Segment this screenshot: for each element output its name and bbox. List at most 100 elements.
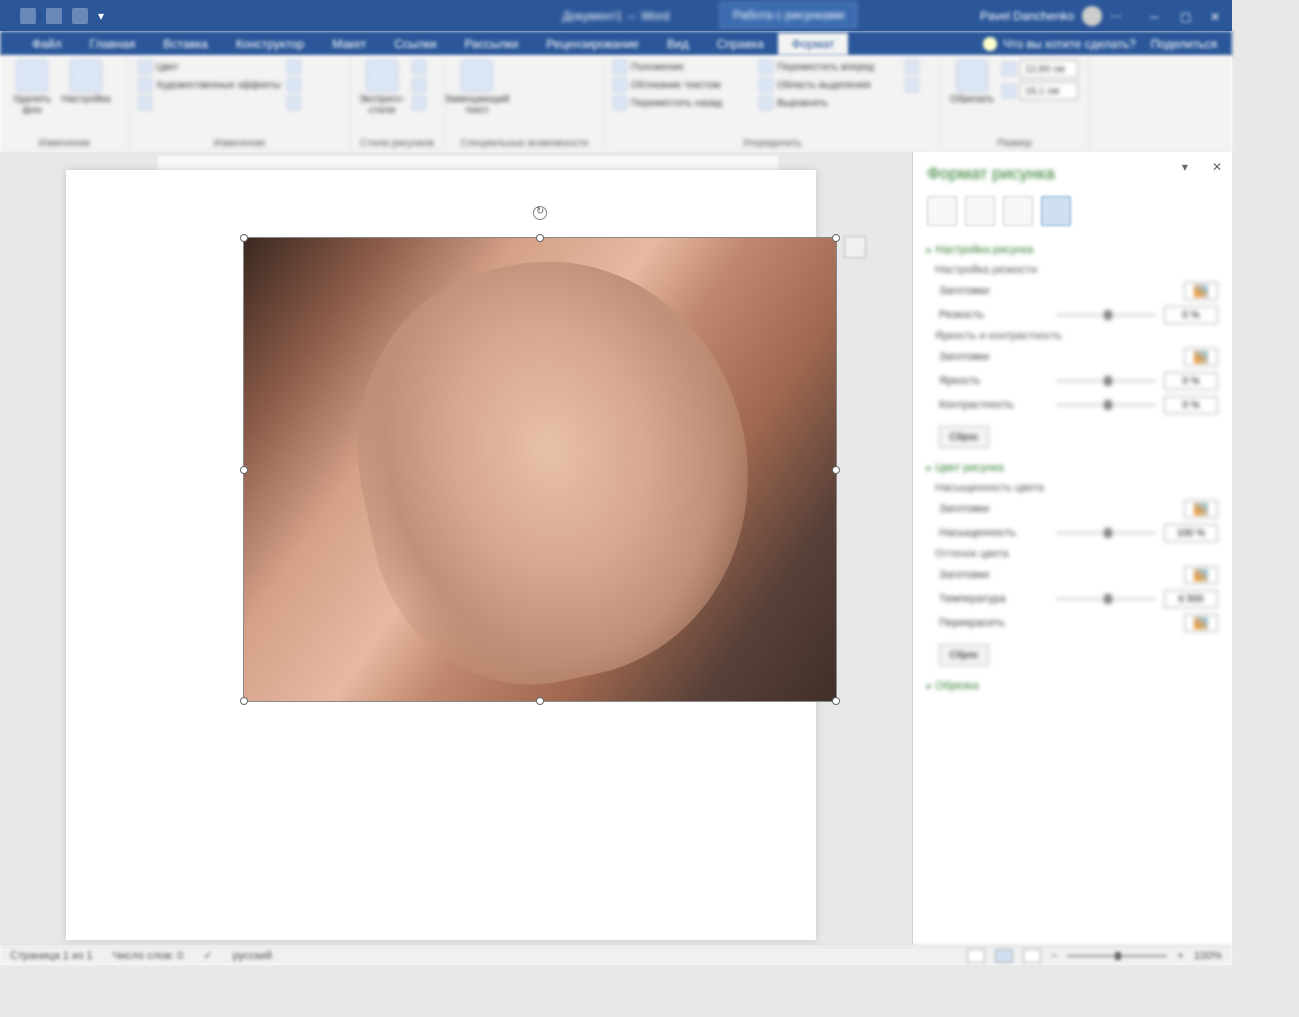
tab-review[interactable]: Рецензирование: [532, 33, 653, 55]
height-field[interactable]: 12,84 см: [1002, 60, 1078, 78]
change-picture-icon[interactable]: [287, 60, 301, 74]
tell-me-search[interactable]: Что вы хотите сделать?: [983, 37, 1136, 51]
tab-references[interactable]: Ссылки: [380, 33, 450, 55]
layout-icon[interactable]: [412, 96, 426, 110]
artistic-effects-button[interactable]: Художественные эффекты: [138, 78, 281, 92]
temperature-slider[interactable]: [1056, 598, 1156, 600]
zoom-level[interactable]: 100%: [1194, 950, 1222, 962]
contrast-value[interactable]: 0 %: [1164, 396, 1218, 414]
tab-home[interactable]: Главная: [76, 33, 150, 55]
bring-forward-button[interactable]: Переместить назад: [613, 96, 753, 110]
alt-text-button[interactable]: Замещающий текст: [453, 60, 501, 116]
tab-view[interactable]: Вид: [653, 33, 703, 55]
pane-tab-layout[interactable]: [1003, 196, 1033, 226]
brightness-contrast-sublabel: Яркость и контрастность: [935, 330, 1218, 342]
pane-tab-effects[interactable]: [965, 196, 995, 226]
share-button[interactable]: Поделиться: [1151, 37, 1217, 51]
corrections-button[interactable]: Настройка: [62, 60, 110, 105]
selection-pane-button[interactable]: Область выделения: [759, 78, 899, 92]
picture-styles-button[interactable]: Экспресс- стили: [358, 60, 406, 116]
tab-format[interactable]: Формат: [778, 33, 849, 55]
color-button[interactable]: Цвет: [138, 60, 281, 74]
tab-mailings[interactable]: Рассылки: [450, 33, 532, 55]
resize-handle-tm[interactable]: [536, 234, 544, 242]
wrap-text-button[interactable]: Обтекание текстом: [613, 78, 753, 92]
sharpness-slider[interactable]: [1056, 314, 1156, 316]
rotate-handle[interactable]: [533, 206, 547, 220]
resize-handle-ml[interactable]: [240, 466, 248, 474]
layout-options-button[interactable]: [844, 236, 866, 258]
image-content: [244, 238, 836, 701]
section-head-crop[interactable]: Обрезка: [927, 680, 1218, 692]
pane-tab-picture[interactable]: [1041, 196, 1071, 226]
brightness-value[interactable]: 0 %: [1164, 372, 1218, 390]
language-indicator[interactable]: русский: [233, 950, 272, 962]
selected-image[interactable]: [243, 237, 837, 702]
horizontal-ruler[interactable]: [158, 156, 778, 170]
width-field[interactable]: 16,1 см: [1002, 82, 1078, 100]
position-button[interactable]: Положение: [613, 60, 753, 74]
remove-bg-icon: [16, 60, 48, 92]
saturation-value[interactable]: 100 %: [1164, 524, 1218, 542]
tab-file[interactable]: Файл: [18, 33, 76, 55]
brightness-presets-button[interactable]: [1184, 348, 1218, 366]
tab-layout[interactable]: Макет: [318, 33, 380, 55]
user-avatar[interactable]: [1082, 6, 1102, 26]
resize-handle-tl[interactable]: [240, 234, 248, 242]
view-read-button[interactable]: [967, 949, 985, 963]
close-button[interactable]: ✕: [1210, 10, 1222, 22]
effects-icon[interactable]: [412, 78, 426, 92]
options-icon[interactable]: ⋯: [1110, 9, 1122, 23]
section-head-corrections[interactable]: Настройка рисунка: [927, 244, 1218, 256]
recolor-swatch-icon: [1194, 617, 1208, 629]
resize-handle-br[interactable]: [832, 697, 840, 705]
reset-corrections-button[interactable]: Сброс: [939, 426, 989, 448]
group-icon[interactable]: [905, 60, 919, 74]
document-page[interactable]: [66, 170, 816, 940]
reset-color-button[interactable]: Сброс: [939, 644, 989, 666]
pane-tab-fill[interactable]: [927, 196, 957, 226]
undo-icon[interactable]: [46, 8, 62, 24]
spell-check-icon[interactable]: ✓: [203, 949, 212, 962]
tab-insert[interactable]: Вставка: [149, 33, 222, 55]
transparency-icon[interactable]: [287, 96, 301, 110]
sharpness-value[interactable]: 0 %: [1164, 306, 1218, 324]
document-area[interactable]: [0, 152, 912, 945]
tone-presets-button[interactable]: [1184, 566, 1218, 584]
align-button[interactable]: Выровнять: [759, 96, 899, 110]
zoom-slider[interactable]: [1067, 955, 1167, 957]
compress-button[interactable]: [138, 96, 281, 110]
resize-handle-bl[interactable]: [240, 697, 248, 705]
resize-handle-tr[interactable]: [832, 234, 840, 242]
zoom-out-button[interactable]: −: [1051, 950, 1057, 962]
tab-design[interactable]: Конструктор: [222, 33, 318, 55]
reset-picture-icon[interactable]: [287, 78, 301, 92]
recolor-button[interactable]: [1184, 614, 1218, 632]
saturation-presets-button[interactable]: [1184, 500, 1218, 518]
rotate-icon[interactable]: [905, 78, 919, 92]
page-indicator[interactable]: Страница 1 из 1: [10, 950, 92, 962]
sharpness-presets-button[interactable]: [1184, 282, 1218, 300]
view-web-button[interactable]: [1023, 949, 1041, 963]
section-head-color[interactable]: Цвет рисунка: [927, 462, 1218, 474]
zoom-in-button[interactable]: +: [1177, 950, 1183, 962]
remove-background-button[interactable]: Удалить фон: [8, 60, 56, 116]
save-icon[interactable]: [20, 8, 36, 24]
view-print-button[interactable]: [995, 949, 1013, 963]
minimize-button[interactable]: ─: [1150, 10, 1162, 22]
redo-icon[interactable]: [72, 8, 88, 24]
crop-button[interactable]: Обрезать: [948, 60, 996, 105]
brightness-slider[interactable]: [1056, 380, 1156, 382]
maximize-button[interactable]: ▢: [1180, 10, 1192, 22]
sharpness-sublabel: Настройка резкости: [935, 264, 1218, 276]
contrast-slider[interactable]: [1056, 404, 1156, 406]
qat-more-icon[interactable]: ▾: [98, 9, 104, 23]
saturation-slider[interactable]: [1056, 532, 1156, 534]
send-backward-button[interactable]: Переместить вперед: [759, 60, 899, 74]
word-count[interactable]: Число слов: 0: [112, 950, 183, 962]
border-icon[interactable]: [412, 60, 426, 74]
temperature-value[interactable]: 6 500: [1164, 590, 1218, 608]
resize-handle-bm[interactable]: [536, 697, 544, 705]
resize-handle-mr[interactable]: [832, 466, 840, 474]
tab-help[interactable]: Справка: [703, 33, 778, 55]
